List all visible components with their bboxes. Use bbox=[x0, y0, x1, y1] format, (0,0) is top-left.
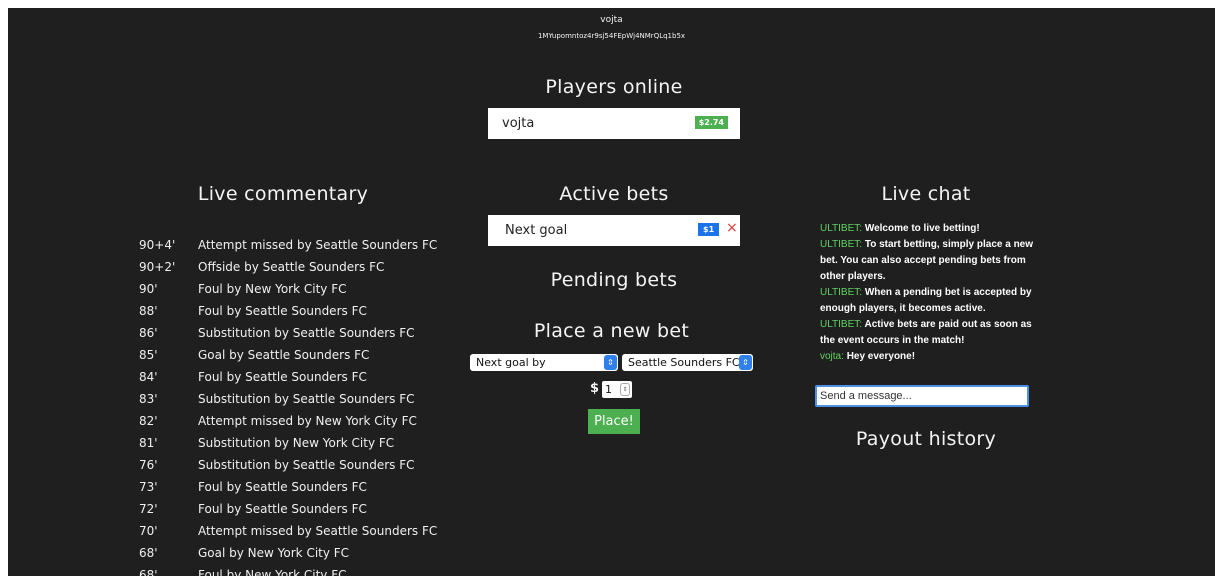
commentary-minute: 72' bbox=[139, 502, 158, 516]
commentary-text: Foul by Seattle Sounders FC bbox=[198, 502, 367, 516]
select-arrows-icon: ⇕ bbox=[604, 355, 617, 370]
commentary-minute: 68' bbox=[139, 568, 158, 576]
commentary-text: Attempt missed by New York City FC bbox=[198, 414, 417, 428]
chat-message: ULTIBET: To start betting, simply place … bbox=[820, 237, 1035, 285]
place-bet-button[interactable]: Place! bbox=[588, 409, 640, 434]
commentary-minute: 70' bbox=[139, 524, 158, 538]
commentary-minute: 83' bbox=[139, 392, 158, 406]
team-select[interactable]: Seattle Sounders FC ⇕ bbox=[622, 354, 753, 371]
chat-message: vojta: Hey everyone! bbox=[820, 349, 1035, 365]
commentary-minute: 85' bbox=[139, 348, 158, 362]
chat-message: ULTIBET: Active bets are paid out as soo… bbox=[820, 317, 1035, 349]
chat-author: vojta: bbox=[820, 351, 844, 362]
user-name: vojta bbox=[600, 15, 623, 25]
cancel-bet-icon[interactable]: × bbox=[726, 220, 738, 236]
bet-name: Next goal bbox=[505, 223, 568, 238]
pending-bets-heading: Pending bets bbox=[550, 269, 678, 291]
chat-message-input[interactable] bbox=[815, 385, 1029, 407]
commentary-text: Substitution by Seattle Sounders FC bbox=[198, 392, 415, 406]
commentary-text: Goal by Seattle Sounders FC bbox=[198, 348, 370, 362]
commentary-minute: 81' bbox=[139, 436, 158, 450]
user-address: 1MYupomntoz4r9sj54FEpWj4NMrQLq1b5x bbox=[537, 32, 686, 40]
player-balance-badge: $2.74 bbox=[694, 116, 728, 129]
commentary-minute: 86' bbox=[139, 326, 158, 340]
commentary-minute: 88' bbox=[139, 304, 158, 318]
chat-text: Welcome to live betting! bbox=[864, 223, 980, 234]
commentary-minute: 76' bbox=[139, 458, 158, 472]
chat-text: Hey everyone! bbox=[846, 351, 916, 362]
commentary-text: Foul by Seattle Sounders FC bbox=[198, 480, 367, 494]
player-name: vojta bbox=[502, 116, 535, 131]
commentary-minute: 68' bbox=[139, 546, 158, 560]
commentary-minute: 90+2' bbox=[139, 260, 176, 274]
bet-type-select[interactable]: Next goal by ⇕ bbox=[470, 354, 618, 371]
live-chat-heading: Live chat bbox=[881, 183, 971, 205]
currency-label: $ bbox=[590, 381, 600, 396]
commentary-minute: 90+4' bbox=[139, 238, 176, 252]
select-arrows-icon: ⇕ bbox=[739, 355, 752, 370]
commentary-text: Offside by Seattle Sounders FC bbox=[198, 260, 385, 274]
commentary-text: Goal by New York City FC bbox=[198, 546, 350, 560]
payout-history-heading: Payout history bbox=[855, 428, 997, 450]
commentary-text: Foul by Seattle Sounders FC bbox=[198, 304, 367, 318]
place-bet-heading: Place a new bet bbox=[533, 320, 690, 342]
chat-author: ULTIBET: bbox=[820, 223, 863, 234]
bet-amount-badge: $1 bbox=[698, 223, 720, 236]
commentary-minute: 82' bbox=[139, 414, 158, 428]
bet-type-value: Next goal by bbox=[476, 356, 546, 369]
active-bets-heading: Active bets bbox=[559, 183, 669, 205]
team-value: Seattle Sounders FC bbox=[628, 356, 740, 369]
commentary-text: Foul by New York City FC bbox=[198, 282, 347, 296]
commentary-text: Substitution by Seattle Sounders FC bbox=[198, 458, 415, 472]
active-bet-row: Next goal $1 × bbox=[488, 215, 740, 246]
commentary-minute: 84' bbox=[139, 370, 158, 384]
bet-amount-input[interactable]: 1 ⇕ bbox=[602, 381, 632, 398]
commentary-text: Substitution by Seattle Sounders FC bbox=[198, 326, 415, 340]
app-page: vojta 1MYupomntoz4r9sj54FEpWj4NMrQLq1b5x… bbox=[8, 8, 1215, 576]
chat-message: ULTIBET: Welcome to live betting! bbox=[820, 221, 1035, 237]
chat-message: ULTIBET: When a pending bet is accepted … bbox=[820, 285, 1035, 317]
live-commentary-heading: Live commentary bbox=[197, 183, 369, 205]
player-row: vojta $2.74 bbox=[488, 108, 740, 139]
commentary-text: Attempt missed by Seattle Sounders FC bbox=[198, 524, 438, 538]
chat-author: ULTIBET: bbox=[820, 239, 863, 250]
commentary-minute: 90' bbox=[139, 282, 158, 296]
chat-author: ULTIBET: bbox=[820, 287, 863, 298]
stepper-icon[interactable]: ⇕ bbox=[620, 383, 630, 396]
commentary-text: Foul by New York City FC bbox=[198, 568, 347, 576]
chat-messages: ULTIBET: Welcome to live betting! ULTIBE… bbox=[820, 221, 1035, 365]
chat-author: ULTIBET: bbox=[820, 319, 863, 330]
commentary-text: Attempt missed by Seattle Sounders FC bbox=[198, 238, 438, 252]
bet-amount-value: 1 bbox=[605, 383, 612, 396]
commentary-minute: 73' bbox=[139, 480, 158, 494]
commentary-text: Substitution by New York City FC bbox=[198, 436, 395, 450]
commentary-text: Foul by Seattle Sounders FC bbox=[198, 370, 367, 384]
players-online-heading: Players online bbox=[545, 76, 683, 98]
